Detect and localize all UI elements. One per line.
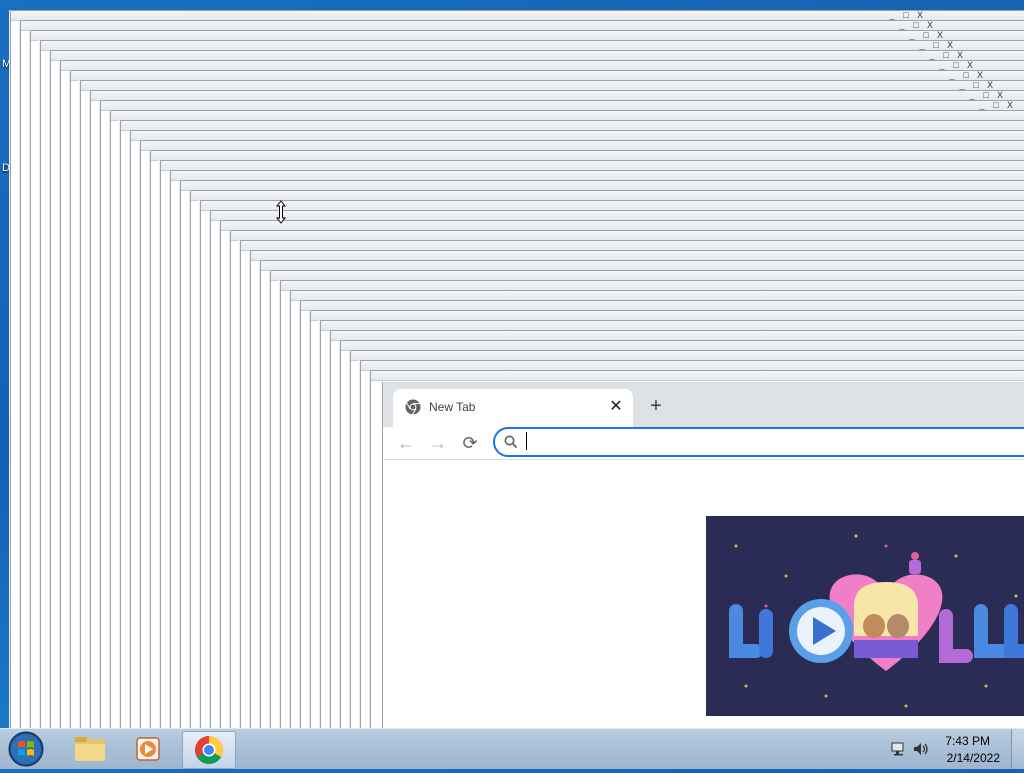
minimize-icon: _ [969,90,975,100]
chrome-window: New Tab ✕ + ← → ⟳ [382,382,1024,728]
window-controls: _ □ X [819,11,927,20]
reload-button[interactable]: ⟳ [459,432,481,454]
omnibox[interactable] [493,427,1024,457]
desktop-icon-label[interactable]: D [2,162,10,174]
minimize-icon: _ [909,30,915,40]
maximize-icon: □ [973,80,979,90]
minimize-icon: _ [959,80,965,90]
close-icon: X [946,40,953,50]
window-controls: _ □ X [839,31,947,40]
close-tab-icon[interactable]: ✕ [607,398,625,416]
maximize-icon: □ [923,30,929,40]
maximize-icon: □ [993,100,999,110]
close-icon: X [936,30,943,40]
tab-new-tab[interactable]: New Tab ✕ [393,389,633,427]
window-controls: _ □ X [849,41,957,50]
back-button[interactable]: ← [395,432,417,454]
minimize-icon: _ [979,100,985,110]
tab-title: New Tab [429,400,476,414]
maximize-icon: □ [963,70,969,80]
close-icon: X [956,50,963,60]
google-doodle[interactable] [706,516,1024,716]
google-valentines-doodle-icon [706,516,1024,716]
taskbar-media-player[interactable] [122,731,174,767]
maximize-icon: □ [943,50,949,60]
maximize-icon: □ [903,10,909,20]
close-icon: X [1006,100,1013,110]
browser-toolbar: ← → ⟳ [383,427,1024,460]
desktop: M D _ □ X _ □ X _ □ X _ □ X _ □ X _ □ X _ □ X _ □ X _ □ X _ □ X New T… [0,0,1024,728]
minimize-icon: _ [939,60,945,70]
minimize-icon: _ [889,10,895,20]
close-icon: X [996,90,1003,100]
file-explorer-icon [75,737,105,761]
media-player-icon [136,737,160,761]
new-tab-button[interactable]: + [645,395,667,417]
clock-time[interactable]: 7:43 PM [945,734,990,748]
maximize-icon: □ [983,90,989,100]
maximize-icon: □ [953,60,959,70]
forward-button[interactable]: → [427,432,449,454]
maximize-icon: □ [933,40,939,50]
chrome-icon [195,736,223,764]
close-icon: X [926,20,933,30]
clock-date[interactable]: 2/14/2022 [947,751,1000,765]
window-controls: _ □ X [899,91,1007,100]
volume-icon[interactable] [912,740,930,758]
window-controls: _ □ X [879,71,987,80]
network-icon[interactable] [890,740,908,758]
taskbar-chrome[interactable] [182,731,236,769]
resize-cursor-icon [275,200,287,224]
minimize-icon: _ [929,50,935,60]
window-controls: _ □ X [829,21,937,30]
windows-orb-icon[interactable] [6,730,46,768]
system-tray: 7:43 PM 2/14/2022 [884,729,1024,769]
minimize-icon: _ [919,40,925,50]
window-controls: _ □ X [889,81,997,90]
minimize-icon: _ [899,20,905,30]
show-desktop-button[interactable] [1011,729,1024,769]
close-icon: X [916,10,923,20]
close-icon: X [966,60,973,70]
window-controls: _ □ X [859,51,967,60]
text-caret [526,432,527,450]
taskbar: 7:43 PM 2/14/2022 [0,728,1024,769]
minimize-icon: _ [949,70,955,80]
tab-strip: New Tab ✕ + [383,382,1024,427]
taskbar-file-explorer[interactable] [64,731,116,767]
chrome-icon [405,399,421,415]
close-icon: X [986,80,993,90]
maximize-icon: □ [913,20,919,30]
close-icon: X [976,70,983,80]
search-icon [504,435,518,449]
omnibox-input[interactable] [525,431,1024,453]
window-controls: _ □ X [869,61,977,70]
window-controls: _ □ X [909,101,1017,110]
